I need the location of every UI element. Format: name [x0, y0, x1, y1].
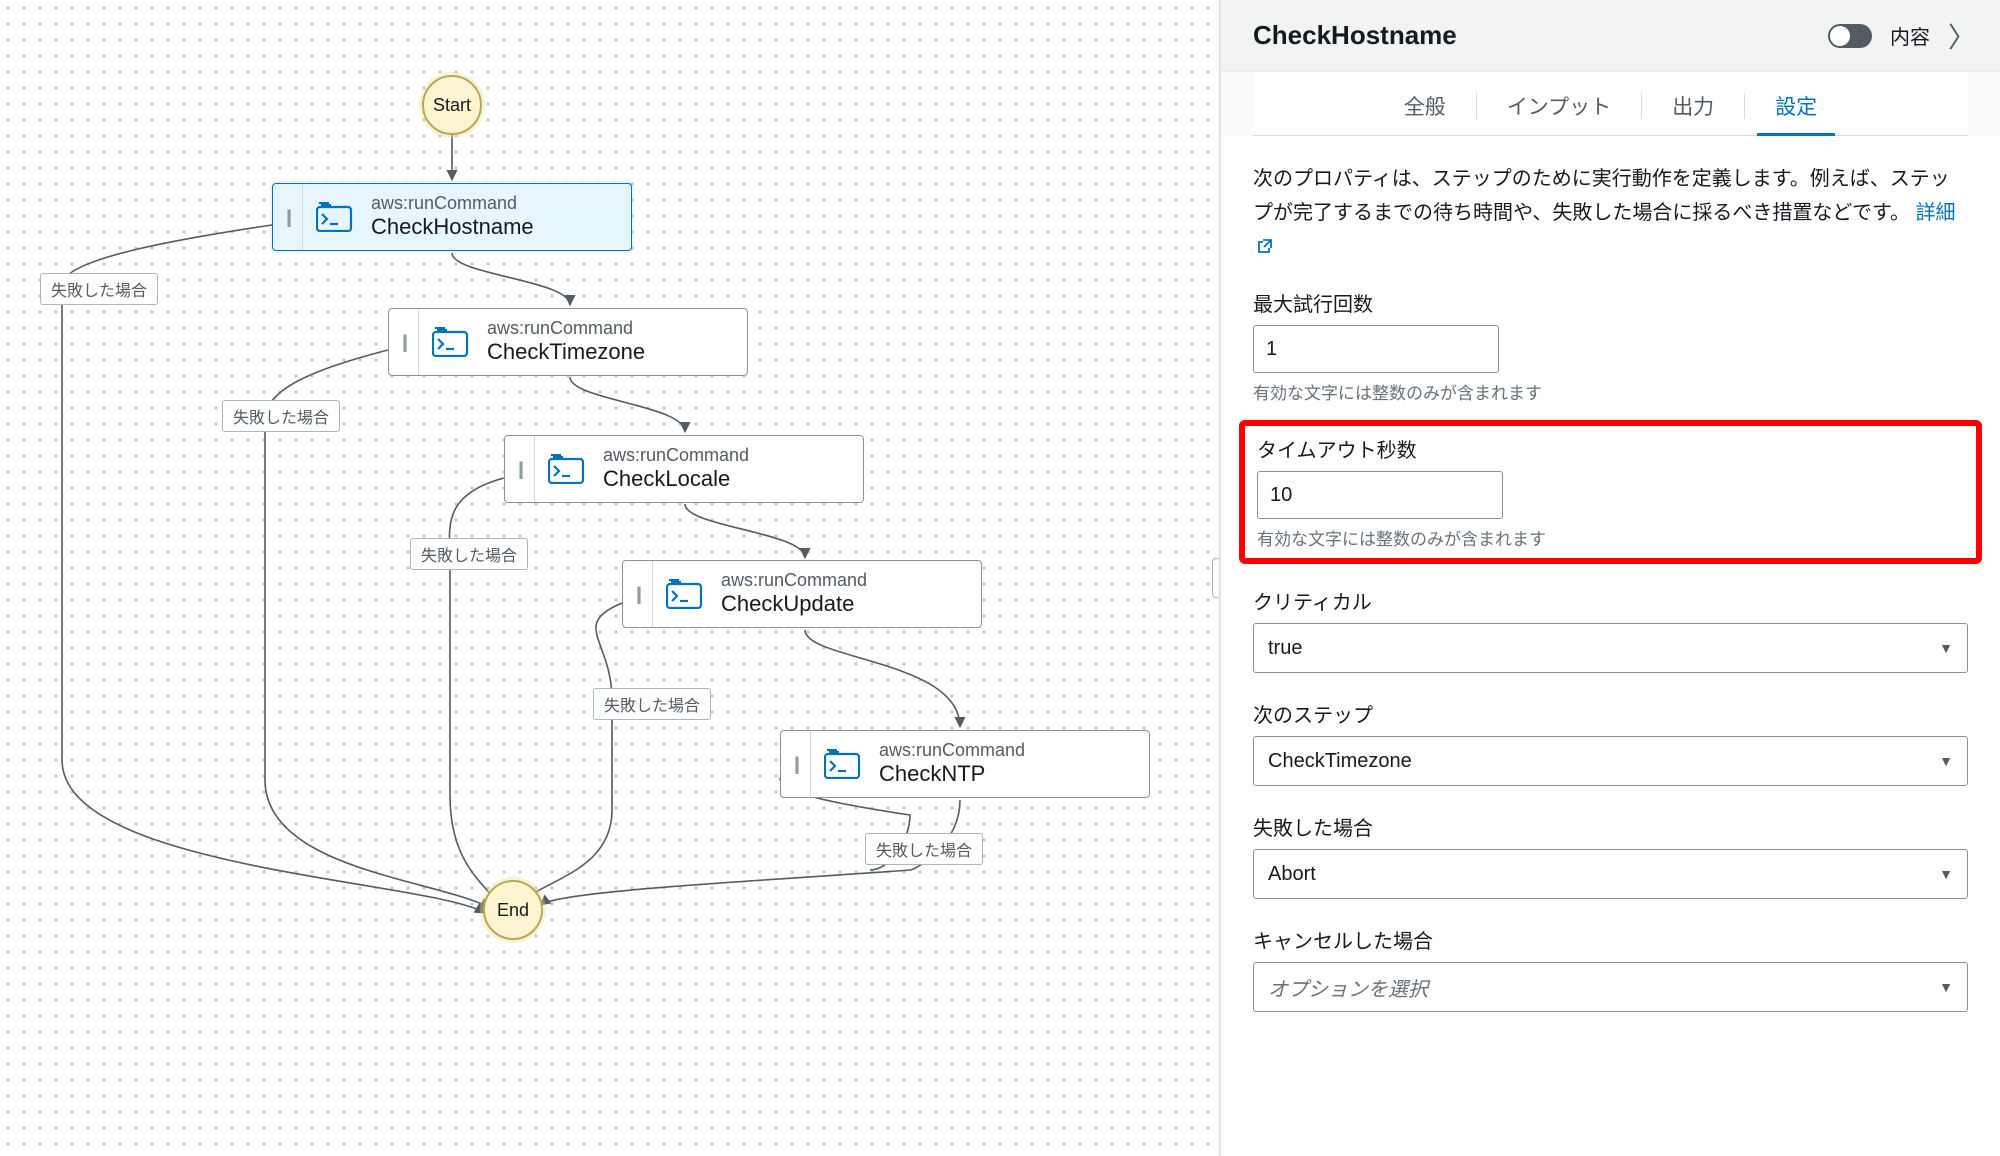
- critical-select[interactable]: true ▼: [1253, 623, 1968, 673]
- node-action-type: aws:runCommand: [721, 570, 961, 591]
- node-name: CheckUpdate: [721, 591, 961, 617]
- properties-panel: CheckHostname 内容 〉 全般 インプット 出力 設定 次のプロパテ…: [1220, 0, 2000, 1156]
- tab-output[interactable]: 出力: [1654, 91, 1732, 135]
- next-step-value: CheckTimezone: [1268, 750, 1412, 773]
- edge-label-fail: 失敗した場合: [40, 273, 158, 305]
- node-action-type: aws:runCommand: [879, 740, 1129, 761]
- caret-down-icon: ▼: [1939, 753, 1953, 769]
- node-check-ntp[interactable]: || aws:runCommand CheckNTP: [780, 730, 1150, 798]
- timeout-label: タイムアウト秒数: [1257, 434, 1964, 463]
- node-action-type: aws:runCommand: [371, 193, 611, 214]
- node-action-type: aws:runCommand: [487, 318, 727, 339]
- node-name: CheckNTP: [879, 761, 1129, 787]
- content-toggle[interactable]: [1828, 24, 1872, 48]
- timeout-highlight: タイムアウト秒数 有効な文字には整数のみが含まれます: [1239, 420, 1982, 564]
- max-attempts-helper: 有効な文字には整数のみが含まれます: [1253, 379, 1968, 404]
- on-failure-value: Abort: [1268, 863, 1316, 886]
- max-attempts-input[interactable]: [1253, 325, 1499, 373]
- on-failure-label: 失敗した場合: [1253, 812, 1968, 841]
- external-link-icon: [1257, 238, 1273, 254]
- node-check-timezone[interactable]: || aws:runCommand CheckTimezone: [388, 308, 748, 376]
- tab-input[interactable]: インプット: [1489, 91, 1629, 135]
- edge-label-fail: 失敗した場合: [593, 688, 711, 720]
- start-label: Start: [433, 95, 471, 116]
- on-cancel-placeholder: オプションを選択: [1268, 973, 1428, 1002]
- workflow-canvas[interactable]: Start || aws:runCommand CheckHostname ||…: [0, 0, 1219, 1156]
- tab-settings[interactable]: 設定: [1757, 91, 1835, 135]
- drag-handle-icon[interactable]: ||: [389, 309, 419, 375]
- flow-edges: [0, 0, 1219, 1156]
- end-label: End: [497, 900, 529, 921]
- node-check-hostname[interactable]: || aws:runCommand CheckHostname: [272, 183, 632, 251]
- collapse-panel-icon[interactable]: 〉: [1948, 16, 1976, 56]
- run-command-icon: [419, 309, 483, 375]
- drag-handle-icon[interactable]: ||: [273, 184, 303, 250]
- run-command-icon: [811, 731, 875, 797]
- node-check-update[interactable]: || aws:runCommand CheckUpdate: [622, 560, 982, 628]
- drag-handle-icon[interactable]: ||: [781, 731, 811, 797]
- edge-label-fail: 失敗した場合: [865, 833, 983, 865]
- node-name: CheckLocale: [603, 466, 843, 492]
- timeout-input[interactable]: [1257, 471, 1503, 519]
- node-name: CheckTimezone: [487, 339, 727, 365]
- field-next-step: 次のステップ CheckTimezone ▼: [1253, 699, 1968, 786]
- panel-body: 次のプロパティは、ステップのために実行動作を定義します。例えば、ステップが完了す…: [1221, 136, 2000, 1156]
- panel-resize-handle[interactable]: [1212, 558, 1219, 598]
- settings-description: 次のプロパティは、ステップのために実行動作を定義します。例えば、ステップが完了す…: [1253, 162, 1968, 264]
- critical-value: true: [1268, 637, 1302, 660]
- critical-label: クリティカル: [1253, 586, 1968, 615]
- on-cancel-select[interactable]: オプションを選択 ▼: [1253, 962, 1968, 1012]
- run-command-icon: [653, 561, 717, 627]
- end-node[interactable]: End: [483, 880, 543, 940]
- max-attempts-label: 最大試行回数: [1253, 288, 1968, 317]
- caret-down-icon: ▼: [1939, 979, 1953, 995]
- start-node[interactable]: Start: [422, 75, 482, 135]
- panel-header: CheckHostname 内容 〉: [1221, 0, 2000, 72]
- next-step-label: 次のステップ: [1253, 699, 1968, 728]
- run-command-icon: [535, 436, 599, 502]
- on-failure-select[interactable]: Abort ▼: [1253, 849, 1968, 899]
- field-critical: クリティカル true ▼: [1253, 586, 1968, 673]
- tab-general[interactable]: 全般: [1386, 91, 1464, 135]
- caret-down-icon: ▼: [1939, 866, 1953, 882]
- field-max-attempts: 最大試行回数 有効な文字には整数のみが含まれます: [1253, 288, 1968, 404]
- node-name: CheckHostname: [371, 214, 611, 240]
- run-command-icon: [303, 184, 367, 250]
- toggle-label: 内容: [1890, 21, 1930, 50]
- drag-handle-icon[interactable]: ||: [505, 436, 535, 502]
- drag-handle-icon[interactable]: ||: [623, 561, 653, 627]
- on-cancel-label: キャンセルした場合: [1253, 925, 1968, 954]
- node-action-type: aws:runCommand: [603, 445, 843, 466]
- node-check-locale[interactable]: || aws:runCommand CheckLocale: [504, 435, 864, 503]
- panel-tabs: 全般 インプット 出力 設定: [1253, 72, 1968, 136]
- timeout-helper: 有効な文字には整数のみが含まれます: [1257, 525, 1964, 550]
- edge-label-fail: 失敗した場合: [410, 538, 528, 570]
- field-timeout: タイムアウト秒数 有効な文字には整数のみが含まれます: [1257, 434, 1964, 550]
- field-on-cancel: キャンセルした場合 オプションを選択 ▼: [1253, 925, 1968, 1012]
- field-on-failure: 失敗した場合 Abort ▼: [1253, 812, 1968, 899]
- edge-label-fail: 失敗した場合: [222, 400, 340, 432]
- panel-title: CheckHostname: [1253, 20, 1457, 51]
- caret-down-icon: ▼: [1939, 640, 1953, 656]
- next-step-select[interactable]: CheckTimezone ▼: [1253, 736, 1968, 786]
